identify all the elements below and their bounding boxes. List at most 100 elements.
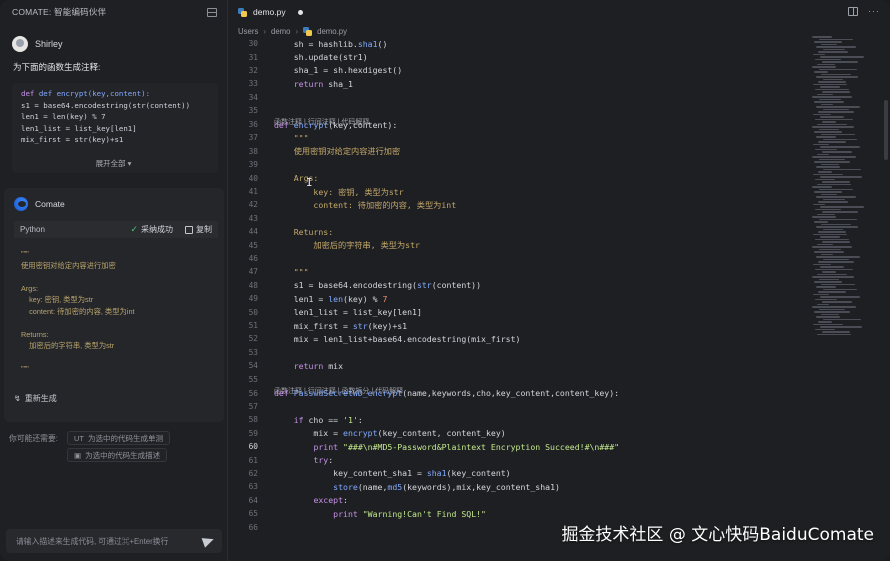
minimap-line — [823, 138, 857, 140]
code-line[interactable]: 51 mix_first = str(key)+s1 — [229, 319, 809, 332]
code-line[interactable]: 45 加密后的字符串, 类型为str — [229, 239, 809, 252]
code-line[interactable]: 36 def encrypt(key,content): — [229, 118, 809, 131]
minimap-line — [814, 191, 842, 193]
code-line[interactable]: 56 def PasswdSecretWD_encrypt(name,keywor… — [229, 386, 809, 399]
line-text: sh.update(str1) — [274, 52, 368, 63]
minimap[interactable] — [812, 36, 882, 336]
minimap-line — [815, 58, 841, 60]
code-line[interactable]: 47 """ — [229, 265, 809, 278]
line-text: content: 待加密的内容, 类型为int — [274, 199, 457, 210]
minimap-line — [815, 118, 853, 120]
tab-demo-py[interactable]: demo.py — [229, 0, 313, 24]
code-line[interactable]: 65 print "Warning!Can't Find SQL!" — [229, 507, 809, 520]
unsaved-dot-icon[interactable] — [297, 9, 303, 15]
minimap-line — [813, 203, 825, 205]
minimap-line — [819, 188, 853, 190]
minimap-line — [822, 121, 836, 123]
python-file-icon — [303, 26, 313, 36]
minimap-line — [814, 41, 842, 43]
breadcrumb-item[interactable]: demo.py — [317, 27, 347, 36]
minimap-line — [822, 271, 836, 273]
minimap-line — [820, 266, 844, 268]
minimap-line — [813, 53, 825, 55]
code-line[interactable]: 39 — [229, 158, 809, 171]
code-line[interactable]: 58 if cho == '1': — [229, 413, 809, 426]
minimap-line — [812, 276, 854, 278]
chevron-down-icon: ▾ — [127, 159, 132, 168]
regenerate-button[interactable]: ↯ 重新生成 — [14, 393, 57, 404]
minimap-line — [816, 286, 836, 288]
line-number: 37 — [248, 133, 258, 143]
minimap-line — [817, 243, 833, 245]
suggestion-description[interactable]: ▣ 为选中的代码生成描述 — [67, 448, 168, 462]
minimap-line — [812, 186, 832, 188]
code-line[interactable]: 42 content: 待加密的内容, 类型为int — [229, 198, 809, 211]
code-line[interactable]: 59 mix = encrypt(key_content, content_ke… — [229, 427, 809, 440]
minimap-line — [820, 326, 862, 328]
line-text: Returns: — [274, 226, 334, 237]
code-line[interactable]: 48 s1 = base64.encodestring(str(content)… — [229, 279, 809, 292]
code-line[interactable]: 49 len1 = len(key) % 7 — [229, 292, 809, 305]
accept-button[interactable]: ✓ 采纳成功 — [130, 224, 173, 235]
line-text: except: — [313, 495, 348, 506]
minimap-line — [820, 176, 862, 178]
code-line[interactable]: 33 return sha_1 — [229, 77, 809, 90]
breadcrumb-item[interactable]: demo — [271, 27, 291, 36]
minimap-line — [814, 101, 844, 103]
code-line[interactable]: 53 — [229, 346, 809, 359]
panel-layout-icon[interactable] — [207, 7, 217, 17]
tab-bar: demo.py ··· — [229, 0, 890, 24]
response-line: """ — [21, 249, 29, 258]
response-line — [21, 352, 135, 364]
vertical-scrollbar[interactable] — [884, 100, 888, 160]
panel-header: COMATE: 智能编码伙伴 — [0, 0, 227, 24]
code-line[interactable]: 46 — [229, 252, 809, 265]
code-line[interactable]: 32 sha_1 = sh.hexdigest() — [229, 64, 809, 77]
minimap-line — [819, 308, 845, 310]
code-line[interactable]: 34 — [229, 91, 809, 104]
code-line[interactable]: 44 Returns: — [229, 225, 809, 238]
code-line[interactable]: 52 mix = len1_list+base64.encodestring(m… — [229, 332, 809, 345]
line-number: 46 — [248, 254, 258, 264]
code-line[interactable]: 50 len1_list = list_key[len1] — [229, 306, 809, 319]
response-line: Returns: — [21, 329, 49, 339]
code-line[interactable]: 54 return mix — [229, 359, 809, 372]
line-number: 49 — [248, 294, 258, 304]
app-window: COMATE: 智能编码伙伴 Shirley 为下面的函数生成注释: def d… — [0, 0, 890, 561]
code-line[interactable]: 64 except: — [229, 494, 809, 507]
minimap-line — [823, 198, 845, 200]
line-number: 41 — [248, 187, 258, 197]
minimap-line — [812, 306, 856, 308]
breadcrumb-item[interactable]: Users — [238, 27, 258, 36]
suggestion-unit-test[interactable]: UT 为选中的代码生成单测 — [67, 431, 170, 445]
minimap-line — [820, 236, 840, 238]
code-line[interactable]: 30 sh = hashlib.sha1() — [229, 37, 809, 50]
code-line[interactable]: 60 print "###\n#MD5-Password&Plaintext E… — [229, 440, 809, 453]
send-icon[interactable] — [201, 534, 216, 548]
code-line[interactable]: 61 try: — [229, 453, 809, 466]
code-line[interactable]: 63 store(name,md5(keywords),mix,key_cont… — [229, 480, 809, 493]
code-area[interactable]: 30 sh = hashlib.sha1() 31 sh.update(str1)… — [229, 36, 809, 561]
code-line[interactable]: 37 """ — [229, 131, 809, 144]
minimap-line — [822, 241, 850, 243]
code-line[interactable]: 62 key_content_sha1 = sha1(key_content) — [229, 467, 809, 480]
code-line[interactable]: 31 sh.update(str1) — [229, 50, 809, 63]
chat-input[interactable] — [16, 536, 196, 546]
expand-all-button[interactable]: 展开全部 ▾ — [0, 158, 227, 169]
line-text: sha_1 = sh.hexdigest() — [274, 65, 403, 76]
code-line[interactable]: 41 key: 密钥, 类型为str — [229, 185, 809, 198]
line-text: if cho == '1': — [293, 414, 363, 425]
split-editor-icon[interactable] — [848, 7, 858, 16]
line-text: return mix — [293, 360, 344, 371]
text-cursor-icon: I — [306, 176, 313, 189]
copy-button[interactable]: 复制 — [185, 224, 212, 235]
code-line[interactable]: 43 — [229, 212, 809, 225]
minimap-line — [816, 226, 858, 228]
code-line[interactable]: 38 使用密钥对给定内容进行加密 — [229, 145, 809, 158]
minimap-line — [815, 268, 853, 270]
code-line[interactable]: 57 — [229, 400, 809, 413]
code-line[interactable]: 40 Args: — [229, 172, 809, 185]
line-text: store(name,md5(keywords),mix,key_content… — [333, 481, 560, 492]
line-number: 59 — [248, 428, 258, 438]
more-actions-icon[interactable]: ··· — [868, 7, 880, 16]
